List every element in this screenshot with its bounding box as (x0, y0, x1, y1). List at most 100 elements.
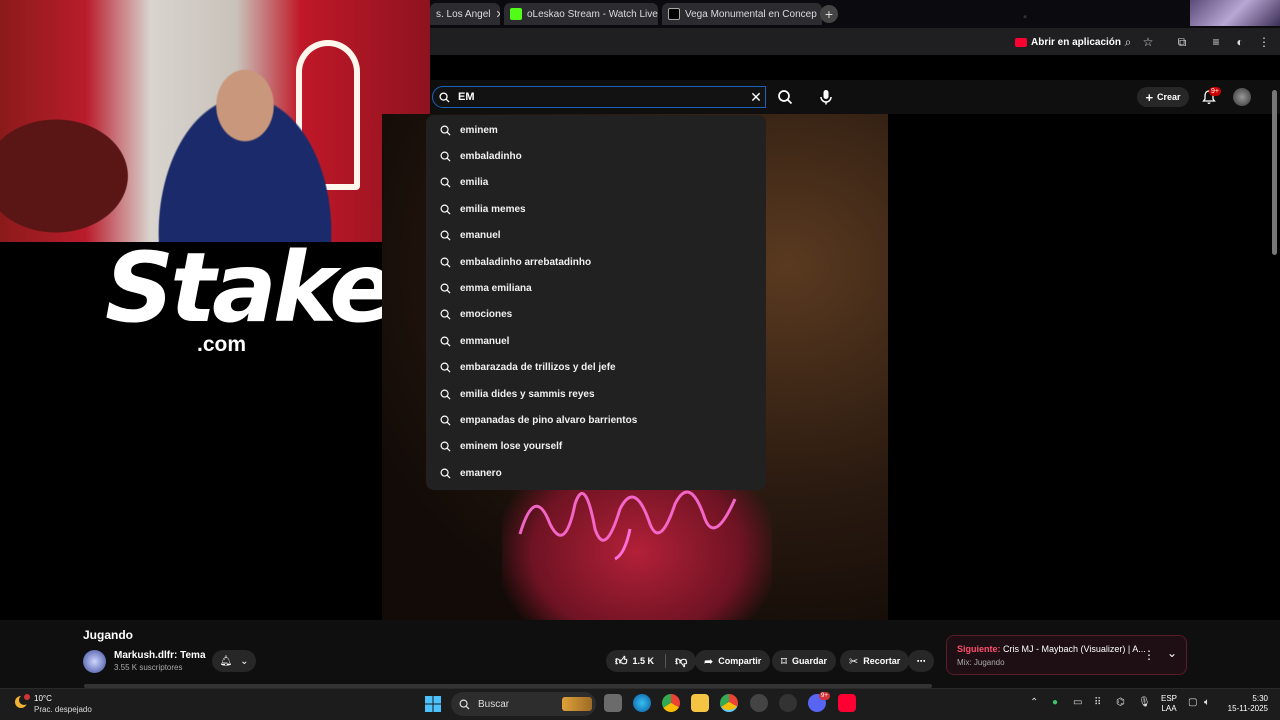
suggestion-item[interactable]: emanuel (426, 223, 766, 249)
suggestion-item[interactable]: emanero (426, 460, 766, 486)
profile-icon[interactable]: ◐ (1232, 34, 1248, 50)
suggestion-text: empanadas de pino alvaro barrientos (460, 414, 638, 426)
extensions-icon[interactable]: ⧉ (1174, 34, 1190, 50)
suggestion-item[interactable]: embarazada de trillizos y del jefe (426, 355, 766, 381)
keyboard-language[interactable]: ESP LAA (1161, 694, 1177, 714)
voice-search-button[interactable] (817, 88, 835, 106)
windows-start-icon[interactable] (425, 696, 441, 712)
task-view-icon[interactable] (604, 694, 622, 712)
suggestion-text: emilia (460, 177, 489, 189)
save-button[interactable]: ⌑ Guardar (772, 650, 836, 672)
media-controls-icon[interactable]: ≡ (1208, 34, 1224, 50)
clip-button[interactable]: ✂ Recortar (840, 650, 910, 672)
suggestion-text: emociones (460, 309, 513, 321)
suggestion-item[interactable]: empanadas de pino alvaro barrientos (426, 407, 766, 433)
profile-art (1190, 0, 1280, 26)
search-icon (440, 204, 451, 215)
account-avatar[interactable] (1233, 88, 1251, 106)
suggestion-text: embaladinho arrebatadinho (460, 256, 592, 268)
tab-label: Vega Monumental en Concep (685, 8, 817, 20)
search-icon (440, 441, 451, 452)
like-button[interactable]: 👍︎ 1.5 K 👎︎ (606, 650, 697, 672)
youtube-icon (1015, 37, 1027, 47)
chevron-down-icon[interactable]: ⌄ (1167, 646, 1177, 660)
close-icon[interactable]: ✕ (495, 8, 500, 21)
clock-date: 15-11-2025 (1227, 704, 1268, 713)
bookmark-star-icon[interactable]: ☆ (1140, 34, 1156, 50)
search-icon (459, 699, 470, 710)
steam-icon[interactable] (750, 694, 768, 712)
suggestion-item[interactable]: emma emiliana (426, 275, 766, 301)
weather-moon-cloud-icon[interactable] (12, 693, 32, 713)
suggestion-item[interactable]: emilia (426, 170, 766, 196)
browser-tab-3[interactable]: Vega Monumental en Concep ✕ (662, 3, 822, 25)
chrome-icon[interactable] (662, 694, 680, 712)
edge-icon[interactable] (633, 694, 651, 712)
search-icon (440, 415, 451, 426)
suggestion-text: emanero (460, 467, 502, 479)
search-icon (440, 125, 451, 136)
suggestion-item[interactable]: embaladinho arrebatadinho (426, 249, 766, 275)
grid-icon[interactable]: ⠿ (1094, 697, 1101, 708)
create-label: Crear (1157, 92, 1181, 102)
suggestion-item[interactable]: emociones (426, 302, 766, 328)
suggestion-item[interactable]: emilia memes (426, 196, 766, 222)
stake-logo-suffix: .com (197, 333, 247, 356)
more-icon: ⋯ (916, 655, 926, 666)
more-vert-icon[interactable]: ⋮ (1143, 648, 1155, 662)
browser-tab-2[interactable]: oLeskao Stream - Watch Live o ✕ (504, 3, 658, 25)
channel-avatar[interactable] (83, 650, 106, 673)
create-button[interactable]: + Crear (1137, 87, 1189, 107)
menu-icon[interactable]: ⋮ (1256, 34, 1272, 50)
suggestion-item[interactable]: emilia dides y sammis reyes (426, 381, 766, 407)
youtube-app-icon[interactable] (838, 694, 856, 712)
search-icon (440, 362, 451, 373)
search-input[interactable] (458, 91, 738, 103)
language-code: ESP (1161, 694, 1178, 703)
file-explorer-icon[interactable] (691, 694, 709, 712)
suggestion-item[interactable]: embaladinho (426, 143, 766, 169)
subscribed-button[interactable]: 🔔︎ ⌄ (212, 650, 256, 672)
clear-search-button[interactable]: ✕ (748, 89, 764, 105)
share-button[interactable]: ➦ Compartir (695, 650, 771, 672)
media-player-icon[interactable] (779, 694, 797, 712)
kick-icon (510, 8, 522, 20)
up-next-label: Siguiente: (957, 644, 1001, 654)
search-icon (440, 309, 451, 320)
open-in-app-button[interactable]: Abrir en aplicación (1015, 34, 1121, 50)
search-icon (439, 91, 450, 103)
search-icon (440, 336, 451, 347)
like-count: 1.5 K (632, 656, 655, 666)
page-scrollbar[interactable] (1272, 90, 1277, 255)
search-box[interactable] (432, 86, 766, 108)
battery-icon[interactable]: ▭ (1073, 697, 1082, 708)
suggestion-text: emma emiliana (460, 283, 532, 295)
thumbs-down-icon: 👎︎ (675, 653, 688, 668)
chrome-active-icon[interactable] (720, 694, 738, 712)
suggestion-item[interactable]: eminem (426, 117, 766, 143)
suggestion-item[interactable]: emmanuel (426, 328, 766, 354)
search-icon (440, 177, 451, 188)
network-icon[interactable]: ⌬ (1116, 697, 1125, 708)
chevron-up-icon[interactable]: ⌃ (1030, 697, 1038, 708)
suggestion-text: emmanuel (460, 335, 510, 347)
suggestion-text: embaladinho (460, 151, 522, 163)
suggestion-item[interactable]: eminem lose yourself (426, 434, 766, 460)
search-button[interactable] (776, 88, 794, 106)
zoom-icon[interactable]: ⌕ (1120, 34, 1136, 50)
status-dot-icon[interactable]: ● (1052, 697, 1058, 708)
taskbar-search[interactable]: Buscar (451, 692, 596, 716)
new-tab-button[interactable]: + (820, 5, 838, 23)
volume-icon[interactable]: 🔈︎ (1204, 697, 1210, 708)
browser-tab-1[interactable]: s. Los Angel ✕ (430, 3, 500, 25)
system-clock[interactable]: 5:30 15-11-2025 (1224, 694, 1268, 714)
microphone-icon[interactable]: 🎙︎ (1138, 697, 1151, 708)
subscriber-count: 3.55 K suscriptores (114, 663, 183, 672)
channel-name[interactable]: Markush.dlfr: Tema (114, 650, 206, 661)
more-actions-button[interactable]: ⋯ (908, 650, 934, 672)
display-icon[interactable]: ▢ (1188, 697, 1197, 708)
bell-icon: 🔔︎ (219, 655, 233, 667)
notification-badge: 9+ (1209, 87, 1221, 96)
bookmark-icon: ⌑ (781, 655, 787, 668)
up-next-card[interactable]: Siguiente: Cris MJ - Maybach (Visualizer… (946, 635, 1187, 675)
